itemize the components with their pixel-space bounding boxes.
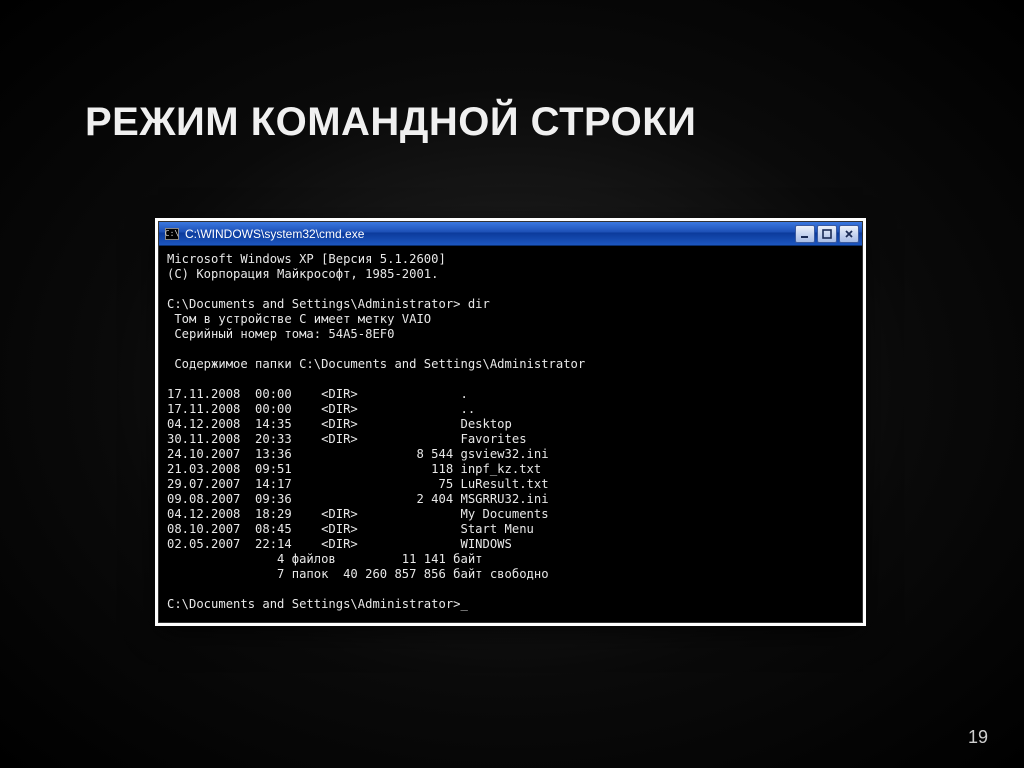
terminal-output: Microsoft Windows XP [Версия 5.1.2600] (… <box>167 252 854 612</box>
window-title: C:\WINDOWS\system32\cmd.exe <box>185 227 789 241</box>
minimize-button[interactable] <box>795 225 815 243</box>
slide-title: РЕЖИМ КОМАНДНОЙ СТРОКИ <box>85 100 696 145</box>
page-number: 19 <box>968 727 988 748</box>
terminal-body[interactable]: Microsoft Windows XP [Версия 5.1.2600] (… <box>159 246 862 622</box>
cmd-window: C:\ C:\WINDOWS\system32\cmd.exe Microsof… <box>158 221 863 623</box>
maximize-button[interactable] <box>817 225 837 243</box>
close-button[interactable] <box>839 225 859 243</box>
cmd-icon: C:\ <box>165 228 179 240</box>
window-controls <box>795 225 859 243</box>
window-titlebar[interactable]: C:\ C:\WINDOWS\system32\cmd.exe <box>159 222 862 246</box>
